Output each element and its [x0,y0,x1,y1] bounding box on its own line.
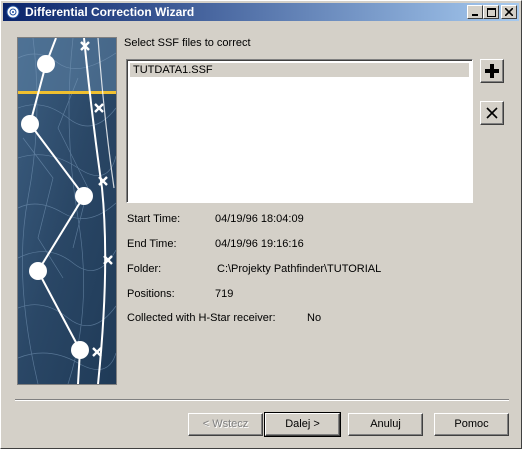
folder-value: C:\Projekty Pathfinder\TUTORIAL [217,263,382,275]
positions-value: 719 [215,288,234,300]
x-icon [486,107,498,119]
close-button[interactable] [501,5,517,19]
wizard-map-image [17,37,117,385]
plus-icon [485,64,499,78]
app-globe-icon[interactable] [6,5,20,19]
close-icon [505,8,513,16]
start-time-label: Start Time: [127,213,181,225]
list-item[interactable]: TUTDATA1.SSF [130,63,469,77]
hstar-label: Collected with H-Star receiver: [127,312,276,324]
maximize-button[interactable] [483,5,499,19]
folder-label: Folder: [127,263,162,275]
add-file-button[interactable] [480,59,504,83]
maximize-icon [486,7,496,17]
hstar-value: No [307,312,322,324]
minimize-icon [472,14,478,16]
start-time-value: 04/19/96 18:04:09 [215,213,304,225]
cancel-button[interactable]: Anuluj [348,413,423,436]
window-controls [467,5,517,19]
ssf-file-list[interactable]: TUTDATA1.SSF [126,59,473,203]
end-time-value: 04/19/96 19:16:16 [215,238,304,250]
files-prompt: Select SSF files to correct [124,37,251,49]
wizard-window: Differential Correction Wizard Select SS… [0,0,522,449]
positions-label: Positions: [127,288,175,300]
footer-separator [15,399,509,401]
title-bar[interactable]: Differential Correction Wizard [3,3,519,21]
minimize-button[interactable] [467,5,483,19]
next-button[interactable]: Dalej > [264,412,341,437]
help-button[interactable]: Pomoc [434,413,509,436]
remove-file-button[interactable] [480,101,504,125]
end-time-label: End Time: [127,238,177,250]
window-title: Differential Correction Wizard [25,5,195,19]
back-button[interactable]: < Wstecz [188,413,263,436]
